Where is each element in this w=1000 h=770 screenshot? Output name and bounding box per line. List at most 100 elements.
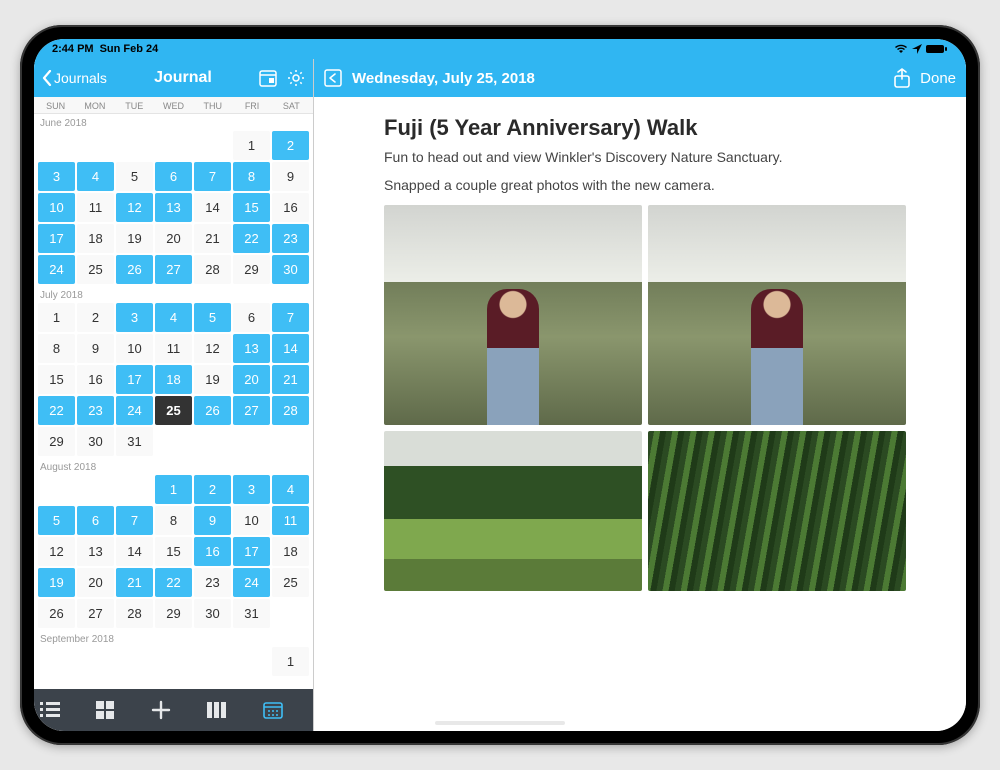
calendar-day[interactable]: 16: [194, 537, 231, 566]
calendar-day[interactable]: 23: [77, 396, 114, 425]
calendar-day[interactable]: 11: [77, 193, 114, 222]
calendar-day[interactable]: 30: [77, 427, 114, 456]
calendar-day[interactable]: 17: [233, 537, 270, 566]
tab-list-icon[interactable]: [40, 701, 84, 719]
calendar-day[interactable]: 15: [233, 193, 270, 222]
calendar-day[interactable]: 5: [116, 162, 153, 191]
back-button[interactable]: Journals: [42, 70, 107, 86]
calendar-day[interactable]: 8: [38, 334, 75, 363]
calendar-day[interactable]: 2: [77, 303, 114, 332]
calendar-day[interactable]: 24: [116, 396, 153, 425]
tab-add-icon[interactable]: [151, 700, 195, 720]
collapse-icon[interactable]: [324, 69, 342, 87]
calendar-day[interactable]: 4: [155, 303, 192, 332]
calendar-day[interactable]: 9: [272, 162, 309, 191]
calendar-day[interactable]: 31: [116, 427, 153, 456]
calendar-day[interactable]: 21: [116, 568, 153, 597]
entry-content[interactable]: Fuji (5 Year Anniversary) Walk Fun to he…: [314, 97, 966, 731]
calendar-day[interactable]: 25: [272, 568, 309, 597]
tab-columns-icon[interactable]: [207, 702, 251, 718]
calendar-day[interactable]: 14: [194, 193, 231, 222]
calendar-day[interactable]: 27: [77, 599, 114, 628]
calendar-day[interactable]: 2: [194, 475, 231, 504]
calendar-day[interactable]: 14: [116, 537, 153, 566]
gear-icon[interactable]: [287, 69, 305, 87]
calendar-day[interactable]: 21: [272, 365, 309, 394]
calendar-day[interactable]: 2: [272, 131, 309, 160]
calendar-day[interactable]: 26: [194, 396, 231, 425]
calendar-day[interactable]: 29: [38, 427, 75, 456]
calendar-day[interactable]: 8: [233, 162, 270, 191]
calendar-day[interactable]: 18: [77, 224, 114, 253]
calendar-day[interactable]: 22: [233, 224, 270, 253]
calendar-day[interactable]: 13: [155, 193, 192, 222]
calendar-day[interactable]: 15: [155, 537, 192, 566]
photo-landscape-trees[interactable]: [384, 431, 642, 591]
calendar-day[interactable]: 7: [272, 303, 309, 332]
calendar-today-icon[interactable]: [259, 69, 277, 87]
calendar-day[interactable]: 1: [155, 475, 192, 504]
share-icon[interactable]: [894, 68, 910, 88]
calendar-day[interactable]: 12: [38, 537, 75, 566]
calendar-day[interactable]: 4: [272, 475, 309, 504]
calendar-day[interactable]: 20: [155, 224, 192, 253]
calendar-day[interactable]: 3: [116, 303, 153, 332]
home-indicator[interactable]: [435, 721, 565, 725]
done-button[interactable]: Done: [920, 70, 956, 87]
calendar-day[interactable]: 18: [272, 537, 309, 566]
calendar-day[interactable]: 26: [38, 599, 75, 628]
calendar-day[interactable]: 4: [77, 162, 114, 191]
calendar-day[interactable]: 11: [155, 334, 192, 363]
calendar-day[interactable]: 3: [233, 475, 270, 504]
calendar-day[interactable]: 13: [233, 334, 270, 363]
calendar-day[interactable]: 12: [116, 193, 153, 222]
calendar-day[interactable]: 21: [194, 224, 231, 253]
photo-landscape-grass[interactable]: [648, 431, 906, 591]
calendar-day[interactable]: 29: [155, 599, 192, 628]
calendar-day[interactable]: 17: [38, 224, 75, 253]
calendar-day[interactable]: 14: [272, 334, 309, 363]
calendar-day[interactable]: 30: [194, 599, 231, 628]
calendar-day[interactable]: 3: [38, 162, 75, 191]
calendar-day[interactable]: 1: [233, 131, 270, 160]
tab-grid-icon[interactable]: [96, 701, 140, 719]
calendar-day[interactable]: 11: [272, 506, 309, 535]
calendar-day[interactable]: 10: [233, 506, 270, 535]
calendar-day[interactable]: 13: [77, 537, 114, 566]
calendar-day[interactable]: 7: [194, 162, 231, 191]
calendar-day[interactable]: 28: [116, 599, 153, 628]
calendar-day[interactable]: 20: [77, 568, 114, 597]
calendar-day[interactable]: 5: [38, 506, 75, 535]
calendar-day[interactable]: 18: [155, 365, 192, 394]
calendar-day[interactable]: 10: [116, 334, 153, 363]
calendar-day[interactable]: 23: [272, 224, 309, 253]
calendar-day[interactable]: 25: [77, 255, 114, 284]
calendar-day[interactable]: 1: [38, 303, 75, 332]
calendar-day[interactable]: 29: [233, 255, 270, 284]
calendar-day[interactable]: 1: [272, 647, 309, 676]
calendar-day[interactable]: 24: [38, 255, 75, 284]
calendar-day[interactable]: 7: [116, 506, 153, 535]
calendar-day[interactable]: 27: [155, 255, 192, 284]
calendar-day[interactable]: 9: [194, 506, 231, 535]
calendar-day[interactable]: 9: [77, 334, 114, 363]
photo-portrait-2[interactable]: [648, 205, 906, 425]
calendar-day[interactable]: 19: [194, 365, 231, 394]
calendar-day[interactable]: 12: [194, 334, 231, 363]
calendar-day[interactable]: 23: [194, 568, 231, 597]
calendar-day-selected[interactable]: 25: [155, 396, 192, 425]
calendar-day[interactable]: 8: [155, 506, 192, 535]
calendar-day[interactable]: 31: [233, 599, 270, 628]
calendar-day[interactable]: 22: [155, 568, 192, 597]
calendar-day[interactable]: 20: [233, 365, 270, 394]
calendar-day[interactable]: 28: [272, 396, 309, 425]
photo-portrait-1[interactable]: [384, 205, 642, 425]
calendar-day[interactable]: 16: [77, 365, 114, 394]
calendar-day[interactable]: 6: [233, 303, 270, 332]
calendar-day[interactable]: 26: [116, 255, 153, 284]
calendar-day[interactable]: 6: [155, 162, 192, 191]
calendar-day[interactable]: 15: [38, 365, 75, 394]
calendar-day[interactable]: 10: [38, 193, 75, 222]
calendar-day[interactable]: 17: [116, 365, 153, 394]
calendar-day[interactable]: 22: [38, 396, 75, 425]
